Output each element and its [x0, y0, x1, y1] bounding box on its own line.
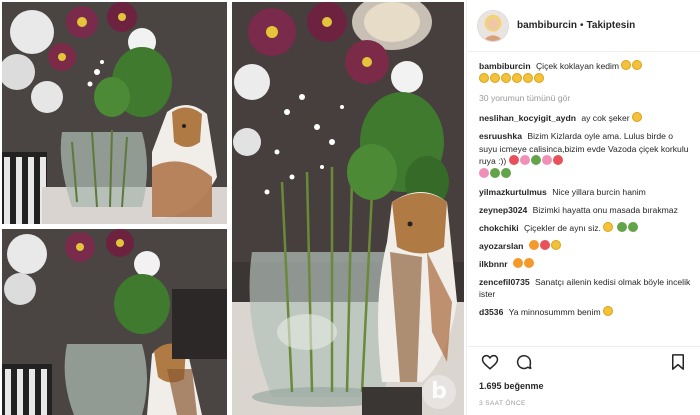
post-actions-bar: [467, 346, 700, 376]
post-side-panel: bambiburcin • Takiptesin bambiburcin Çiç…: [466, 0, 700, 415]
emoji-smile-flowers-icon: [603, 221, 638, 233]
comment-username[interactable]: ayozarslan: [479, 241, 523, 251]
comment-item: neslihan_kocyigit_aydn ay cok şeker: [479, 112, 691, 125]
watermark-logo: b: [422, 375, 456, 409]
comment-text: Nice yillara burcin hanim: [552, 186, 646, 197]
emoji-hearts-icon: [528, 239, 562, 251]
emoji-cat-icon: [513, 257, 535, 269]
comment-username[interactable]: ilkbnnr: [479, 259, 508, 269]
comments-list[interactable]: bambiburcin Çiçek koklayan kedim 30 yoru…: [467, 60, 700, 344]
emoji-flowers-icon: [508, 155, 564, 166]
comment-item: yilmazkurtulmus Nice yillara burcin hani…: [479, 186, 691, 199]
photo-cat-flowers-1: [2, 2, 227, 224]
comment-item: zeynep3024 Bizimki hayatta onu masada bı…: [479, 204, 691, 217]
comment-username[interactable]: neslihan_kocyigit_aydn: [479, 113, 576, 123]
photo-cat-flowers-2: [2, 229, 227, 415]
comment-item: esruushka Bizim Kizlarda oyle ama. Lulus…: [479, 130, 691, 180]
header-separator: •: [580, 20, 584, 31]
photo-cat-flowers-large: b: [232, 2, 464, 415]
comment-bubble-icon[interactable]: [513, 351, 535, 373]
comment-item: zencefil0735 Sanatçı ailenin kedisi olma…: [479, 276, 691, 301]
post-caption: bambiburcin Çiçek koklayan kedim: [479, 60, 691, 85]
avatar[interactable]: [477, 9, 509, 42]
comment-username[interactable]: chokchiki: [479, 223, 519, 233]
comment-text: ay cok şeker: [581, 113, 630, 123]
comment-text: Çiçekler de aynı siz.: [524, 222, 601, 233]
comment-username[interactable]: yilmazkurtulmus: [479, 187, 547, 197]
emoji-heart-eyes-icon: [603, 306, 614, 316]
post-header: bambiburcin • Takiptesin: [467, 0, 700, 52]
post-timestamp: 3 SAAT ÖNCE: [479, 400, 526, 407]
likes-count[interactable]: 1.695 beğenme: [479, 381, 544, 391]
comment-username[interactable]: d3536: [479, 307, 503, 317]
comment-item: d3536 Ya minnosummm benim: [479, 306, 691, 319]
caption-text: Çiçek koklayan kedim: [535, 61, 620, 71]
heart-icon[interactable]: [479, 351, 501, 373]
emoji-flowers-row-icon: [479, 167, 512, 179]
emoji-grin-icon: [631, 112, 642, 122]
comment-username[interactable]: esruushka: [479, 131, 522, 141]
caption-username[interactable]: bambiburcin: [479, 61, 531, 71]
follow-status-button[interactable]: Takiptesin: [587, 20, 636, 31]
author-username[interactable]: bambiburcin: [517, 20, 577, 31]
post-photo-collage[interactable]: b: [0, 0, 466, 415]
comment-item: ilkbnnr: [479, 257, 691, 271]
comment-username[interactable]: zencefil0735: [479, 277, 530, 287]
comment-text: Bizimki hayatta onu masada bırakmaz: [532, 204, 678, 215]
comment-item: ayozarslan: [479, 239, 691, 253]
comment-text: Ya minnosummm benim: [508, 307, 601, 317]
emoji-laugh-row-icon: [479, 72, 545, 84]
view-all-comments-link[interactable]: 30 yorumun tümünü gör: [479, 93, 691, 103]
comment-username[interactable]: zeynep3024: [479, 205, 527, 215]
emoji-laugh-icon: [621, 60, 643, 71]
bookmark-icon[interactable]: [667, 351, 689, 373]
comment-item: chokchiki Çiçekler de aynı siz.: [479, 221, 691, 235]
